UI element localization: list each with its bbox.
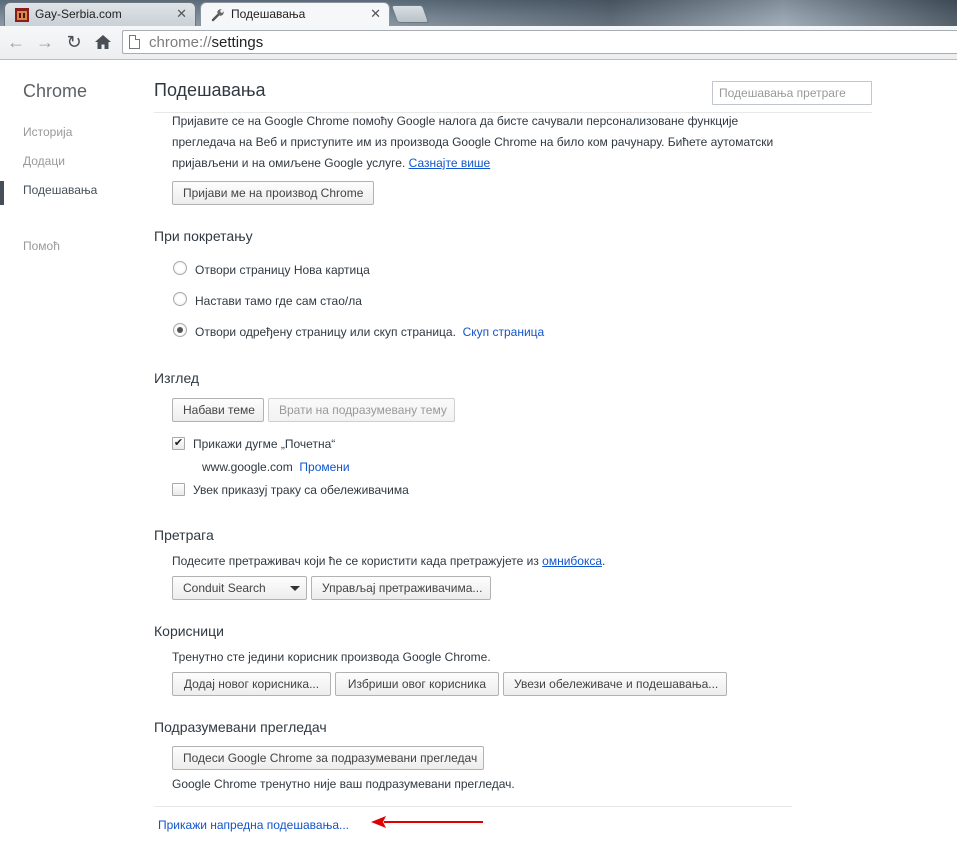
signin-text-line3: пријављени и на омиљене Google услуге. С… xyxy=(172,156,491,170)
sidebar-item-extensions[interactable]: Додаци xyxy=(23,154,65,168)
sidebar-item-history[interactable]: Историја xyxy=(23,125,72,139)
sidebar-brand: Chrome xyxy=(23,81,88,101)
site-favicon xyxy=(15,8,29,22)
chevron-down-icon xyxy=(290,586,300,591)
home-icon[interactable] xyxy=(94,34,112,50)
signin-text-line1: Пријавите се на Google Chrome помоћу Goo… xyxy=(172,114,739,128)
window-background xyxy=(380,0,957,26)
url-text: chrome://settings xyxy=(149,34,264,51)
startup-option-newtab-label: Отвори страницу Нова картица xyxy=(195,263,370,277)
learn-more-link[interactable]: Сазнајте више xyxy=(409,156,491,170)
tab-strip: Gay-Serbia.com ✕ Подешавања ✕ xyxy=(0,0,957,26)
default-browser-section-title: Подразумевани прегледач xyxy=(154,719,327,735)
address-bar[interactable]: chrome://settings xyxy=(122,30,957,54)
change-home-link[interactable]: Промени xyxy=(299,460,349,474)
startup-option-continue-label: Настави тамо где сам стао/ла xyxy=(195,294,362,308)
back-arrow-icon[interactable]: ← xyxy=(5,32,27,52)
header-divider xyxy=(154,112,872,113)
reload-icon[interactable]: ↻ xyxy=(63,32,85,52)
annotation-arrow-icon xyxy=(371,816,483,828)
tab-gay-serbia[interactable]: Gay-Serbia.com ✕ xyxy=(4,2,196,26)
toolbar: ← → ↻ chrome://settings xyxy=(0,26,957,60)
forward-arrow-icon[interactable]: → xyxy=(34,32,56,52)
reset-theme-button[interactable]: Врати на подразумевану тему xyxy=(268,398,455,422)
users-description: Тренутно сте једини корисник производа G… xyxy=(172,650,491,664)
set-pages-link[interactable]: Скуп страница xyxy=(463,325,545,339)
footer-divider xyxy=(154,806,792,807)
home-page-url: www.google.com Промени xyxy=(202,460,350,474)
close-tab-icon[interactable]: ✕ xyxy=(370,6,381,22)
tab-settings[interactable]: Подешавања ✕ xyxy=(200,2,390,26)
startup-section-title: При покретању xyxy=(154,228,253,244)
show-home-checkbox[interactable]: ✔ xyxy=(172,437,185,450)
settings-search-input[interactable]: Подешавања претраге xyxy=(712,81,872,105)
get-themes-button[interactable]: Набави теме xyxy=(172,398,264,422)
show-home-label: Прикажи дугме „Почетна“ xyxy=(193,437,336,451)
sidebar-selection-marker xyxy=(0,181,4,205)
signin-text-line2: прегледача на Веб и приступите им из про… xyxy=(172,135,774,149)
new-tab-button[interactable] xyxy=(390,5,430,23)
wrench-icon xyxy=(211,9,224,22)
search-engine-select[interactable]: Conduit Search xyxy=(172,576,307,600)
make-default-browser-button[interactable]: Подеси Google Chrome за подразумевани пр… xyxy=(172,746,484,770)
signin-button[interactable]: Пријави ме на производ Chrome xyxy=(172,181,374,205)
startup-radio-specific-pages[interactable] xyxy=(173,323,187,337)
show-advanced-settings-link[interactable]: Прикажи напредна подешавања... xyxy=(158,818,349,832)
page-icon xyxy=(129,35,140,49)
add-user-button[interactable]: Додај новог корисника... xyxy=(172,672,331,696)
show-bookmarks-label: Увек приказуј траку са обележивачима xyxy=(193,483,409,497)
page-title: Подешавања xyxy=(154,80,266,100)
appearance-section-title: Изглед xyxy=(154,370,200,386)
settings-main: Подешавања Подешавања претраге Пријавите… xyxy=(140,60,957,850)
omnibox-link[interactable]: омнибокса xyxy=(542,554,602,568)
show-bookmarks-checkbox[interactable] xyxy=(172,483,185,496)
delete-user-button[interactable]: Избриши овог корисника xyxy=(335,672,499,696)
users-section-title: Корисници xyxy=(154,623,224,639)
search-description: Подесите претраживач који ће се користит… xyxy=(172,554,606,568)
sidebar-item-settings[interactable]: Подешавања xyxy=(23,183,97,197)
search-section-title: Претрага xyxy=(154,527,214,543)
tab-title: Gay-Serbia.com xyxy=(35,7,122,21)
close-tab-icon[interactable]: ✕ xyxy=(176,6,187,22)
startup-radio-newtab[interactable] xyxy=(173,261,187,275)
sidebar: Chrome Историја Додаци Подешавања Помоћ xyxy=(0,60,140,850)
startup-radio-continue[interactable] xyxy=(173,292,187,306)
startup-option-specific-pages-label: Отвори одређену страницу или скуп страни… xyxy=(195,325,545,339)
manage-search-engines-button[interactable]: Управљај претраживачима... xyxy=(311,576,491,600)
import-bookmarks-button[interactable]: Увези обележиваче и подешавања... xyxy=(503,672,727,696)
search-engine-value: Conduit Search xyxy=(183,581,266,595)
sidebar-item-help[interactable]: Помоћ xyxy=(23,239,60,253)
tab-title: Подешавања xyxy=(231,7,306,21)
default-browser-status: Google Chrome тренутно није ваш подразум… xyxy=(172,777,515,791)
